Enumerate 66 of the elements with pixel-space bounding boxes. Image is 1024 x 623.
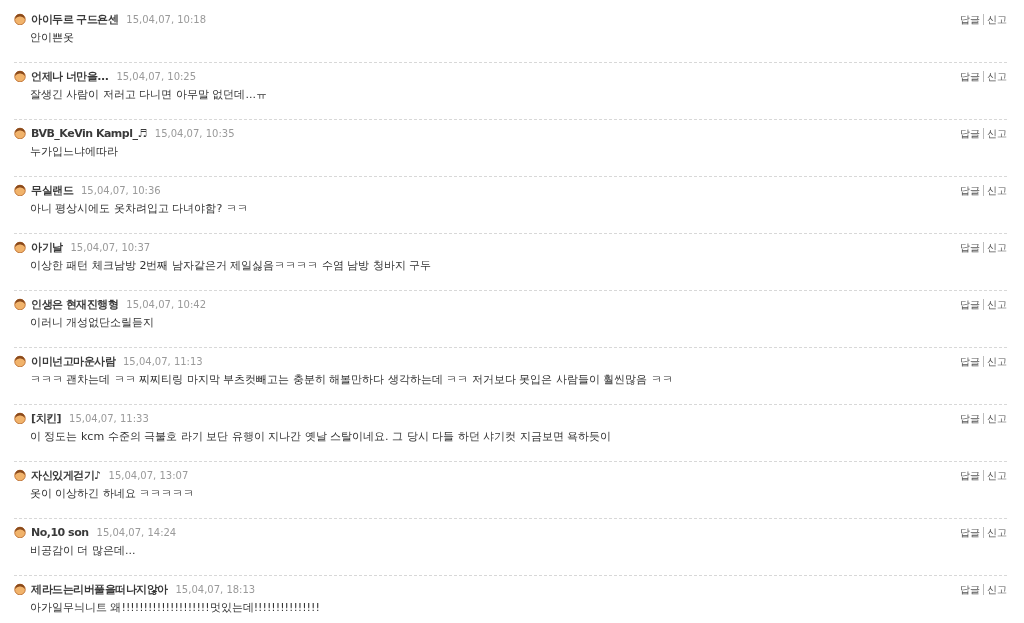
comment-action-link[interactable]: 답글 (960, 13, 980, 25)
comment-action-link[interactable]: 답글 (960, 298, 980, 310)
avatar-icon (14, 583, 26, 595)
comment-action-link[interactable]: 답글 (960, 241, 980, 253)
author-name[interactable]: No,10 son (31, 525, 89, 539)
comment-action-link[interactable]: 신고 (983, 298, 1007, 310)
comment-text: 이 정도는 kcm 수준의 극불호 라기 보단 유행이 지나간 옛날 스탈이네요. 그 당시 다들 하던 샤기컷 지금보면 욕하듯이 (30, 429, 613, 444)
avatar-icon (14, 355, 26, 367)
avatar-icon (14, 70, 26, 82)
comment-action-link[interactable]: 답글 (960, 127, 980, 139)
comment-date: 15,04,07, 10:25 (116, 70, 197, 82)
comment-date: 15,04,07, 10:42 (126, 298, 207, 310)
comment-date: 15,04,07, 10:36 (81, 184, 161, 196)
author-name[interactable]: 자신있게걷기♪ (31, 467, 101, 483)
comment-text: 잘생긴 사람이 저러고 다니면 아무말 없던데...ㅠ (30, 87, 268, 102)
comment-action-link[interactable]: 신고 (983, 469, 1007, 481)
comment-action-link[interactable]: 답글 (960, 412, 980, 424)
comment-action-link[interactable]: 답글 (960, 526, 980, 538)
avatar-icon (14, 13, 26, 25)
author-name[interactable]: 인생은 현재진행형 (31, 296, 119, 312)
comment-action-link[interactable]: 답글 (960, 184, 980, 196)
comment-date: 15,04,07, 11:33 (69, 412, 149, 424)
comment-action-link[interactable]: 답글 (960, 583, 980, 595)
author-name[interactable]: 언제나 너만을... (31, 68, 109, 84)
comment-text: 아니 평상시에도 옷차려입고 다녀야함? ㅋㅋ (30, 201, 249, 216)
comment-action-link[interactable]: 신고 (983, 13, 1007, 25)
author-name[interactable]: BVB_KeVin Kampl_♬ (31, 126, 147, 140)
avatar-icon (14, 526, 26, 538)
avatar-icon (14, 241, 26, 253)
author-name[interactable]: 무실랜드 (31, 182, 73, 198)
comment-text: 옷이 이상하긴 하네요 ㅋㅋㅋㅋㅋ (30, 486, 196, 501)
comment-date: 15,04,07, 10:35 (154, 127, 235, 139)
comment-action-link[interactable]: 신고 (983, 355, 1007, 367)
comment-text: 이상한 패턴 체크남방 2번째 남자같은거 제일싫음ㅋㅋㅋㅋ 수염 남방 청바지 구두 (30, 258, 433, 273)
comment-action-link[interactable]: 신고 (983, 412, 1007, 424)
comment-action-link[interactable]: 신고 (983, 526, 1007, 538)
comment-text: 아가일무늬니트 왜!!!!!!!!!!!!!!!!!!!!멋있는데!!!!!!!!!!!!!!! (30, 600, 321, 615)
comment-action-link[interactable]: 답글 (960, 355, 980, 367)
comment-action-link[interactable]: 답글 (960, 469, 980, 481)
comment-date: 15,04,07, 10:18 (126, 13, 207, 25)
comment-date: 15,04,07, 14:24 (96, 526, 177, 538)
author-name[interactable]: 이미넌고마운사람 (31, 353, 115, 369)
comment-action-link[interactable]: 신고 (983, 241, 1007, 253)
comment-action-link[interactable]: 신고 (983, 127, 1007, 139)
comment-date: 15,04,07, 10:37 (70, 241, 151, 253)
comment-date: 15,04,07, 11:13 (123, 355, 203, 367)
comment-action-link[interactable]: 신고 (983, 184, 1007, 196)
comment-action-link[interactable]: 신고 (983, 70, 1007, 82)
comment-date: 15,04,07, 18:13 (175, 583, 256, 595)
avatar-icon (14, 298, 26, 310)
author-name[interactable]: 제라드는리버풀을떠나지않아 (31, 581, 168, 597)
comment-date: 15,04,07, 13:07 (108, 469, 189, 481)
avatar-icon (14, 469, 26, 481)
author-name[interactable]: 아이두르 구드욘센 (31, 11, 119, 27)
author-name[interactable]: 아기날 (31, 239, 63, 255)
author-name[interactable]: [치킨] (31, 410, 62, 426)
avatar-icon (14, 412, 26, 424)
avatar-icon (14, 184, 26, 196)
comment-action-link[interactable]: 답글 (960, 70, 980, 82)
comment-action-link[interactable]: 신고 (983, 583, 1007, 595)
comment-text: 이러니 개성없단소릴듣지 (30, 315, 156, 330)
avatar-icon (14, 127, 26, 139)
comment-text: 누가입느냐에따라 (30, 144, 119, 159)
comment-text: 안이쁜옷 (30, 30, 75, 45)
comment-text: ㅋㅋㅋ 괜차는데 ㅋㅋ 찌찌티링 마지막 부츠컷빼고는 충분히 해볼만하다 생각하는데 ㅋㅋ 저거보다 못입은 사람들이 훨씬많음 ㅋㅋ (30, 372, 674, 387)
comment-text: 비공감이 더 많은데... (30, 543, 137, 558)
